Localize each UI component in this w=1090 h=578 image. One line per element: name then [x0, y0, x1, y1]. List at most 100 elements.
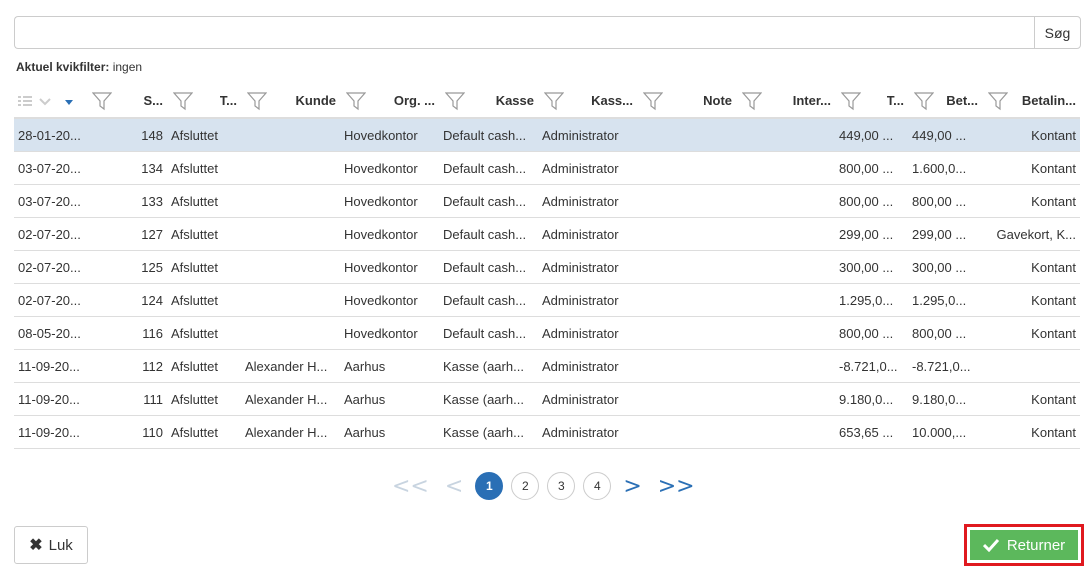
- column-header-total[interactable]: T...: [835, 84, 908, 119]
- first-page-button[interactable]: <<: [392, 474, 429, 499]
- cell-org: Aarhus: [340, 349, 439, 383]
- table-row[interactable]: 08-05-20... 116 Afsluttet Hovedkontor Defaul…: [14, 316, 1080, 350]
- filter-icon[interactable]: [742, 91, 762, 111]
- cell-total: 299,00 ...: [835, 217, 908, 251]
- next-page-button[interactable]: >: [623, 474, 641, 499]
- filter-icon[interactable]: [346, 91, 366, 111]
- return-label: Returner: [1006, 536, 1066, 554]
- cell-total: 300,00 ...: [835, 250, 908, 284]
- filter-icon[interactable]: [988, 91, 1008, 111]
- return-button[interactable]: Returner: [970, 530, 1078, 560]
- cell-customer: [241, 118, 340, 152]
- filter-icon[interactable]: [643, 91, 663, 111]
- cell-org: Aarhus: [340, 382, 439, 416]
- column-header-paid[interactable]: Bet...: [908, 84, 982, 119]
- column-header-cashier[interactable]: Kass...: [538, 84, 637, 119]
- close-label: Luk: [48, 536, 73, 554]
- cell-org: Aarhus: [340, 415, 439, 449]
- cell-date: 11-09-20...: [14, 349, 86, 383]
- table-row[interactable]: 02-07-20... 127 Afsluttet Hovedkontor Defaul…: [14, 217, 1080, 251]
- cell-register: Kasse (aarh...: [439, 349, 538, 383]
- pagination: << < 1 2 3 4 > >>: [384, 470, 703, 502]
- header-controls: [14, 84, 86, 119]
- cell-number: 124: [86, 283, 167, 317]
- cell-note: [637, 118, 736, 152]
- filter-icon[interactable]: [914, 91, 934, 111]
- cell-payment: Kontant: [982, 382, 1080, 416]
- cell-number: 116: [86, 316, 167, 350]
- table-row[interactable]: 02-07-20... 124 Afsluttet Hovedkontor Defaul…: [14, 283, 1080, 317]
- table-row[interactable]: 11-09-20... 112 Afsluttet Alexander H... Aar…: [14, 349, 1080, 383]
- page-2-button[interactable]: 2: [511, 472, 540, 500]
- cell-total: 800,00 ...: [835, 184, 908, 218]
- column-header-internal[interactable]: Inter...: [736, 84, 835, 119]
- cell-customer: Alexander H...: [241, 415, 340, 449]
- filter-icon[interactable]: [173, 91, 193, 111]
- cell-status: Afsluttet: [167, 184, 241, 218]
- cell-internal: [736, 250, 835, 284]
- cell-payment: Kontant: [982, 118, 1080, 152]
- column-header-number[interactable]: S...: [86, 84, 167, 119]
- filter-icon[interactable]: [445, 91, 465, 111]
- quickfilter-label: Aktuel kvikfilter:: [16, 60, 110, 74]
- cell-payment: Kontant: [982, 316, 1080, 350]
- cell-register: Default cash...: [439, 151, 538, 185]
- search-input[interactable]: [14, 16, 1034, 49]
- close-button[interactable]: ✖ Luk: [14, 526, 88, 564]
- table-row[interactable]: 11-09-20... 110 Afsluttet Alexander H... Aar…: [14, 415, 1080, 449]
- cell-total: 800,00 ...: [835, 316, 908, 350]
- cell-org: Hovedkontor: [340, 283, 439, 317]
- cell-org: Hovedkontor: [340, 151, 439, 185]
- column-header-status[interactable]: T...: [167, 84, 241, 119]
- cell-date: 11-09-20...: [14, 382, 86, 416]
- cell-payment: Kontant: [982, 250, 1080, 284]
- cell-customer: [241, 283, 340, 317]
- cell-status: Afsluttet: [167, 283, 241, 317]
- page-3-button[interactable]: 3: [547, 472, 576, 500]
- filter-icon[interactable]: [92, 91, 112, 111]
- column-header-register[interactable]: Kasse: [439, 84, 538, 119]
- cell-register: Kasse (aarh...: [439, 382, 538, 416]
- cell-customer: Alexander H...: [241, 349, 340, 383]
- cell-number: 112: [86, 349, 167, 383]
- cell-number: 134: [86, 151, 167, 185]
- column-header-org[interactable]: Org. ...: [340, 84, 439, 119]
- cell-number: 110: [86, 415, 167, 449]
- table-row[interactable]: 03-07-20... 134 Afsluttet Hovedkontor Defaul…: [14, 151, 1080, 185]
- cell-cashier: Administrator: [538, 382, 637, 416]
- table-row[interactable]: 28-01-20... 148 Afsluttet Hovedkontor Defaul…: [14, 118, 1080, 152]
- cell-total: 9.180,0...: [835, 382, 908, 416]
- table-row[interactable]: 03-07-20... 133 Afsluttet Hovedkontor Defaul…: [14, 184, 1080, 218]
- cell-register: Default cash...: [439, 217, 538, 251]
- search-button[interactable]: Søg: [1034, 16, 1081, 49]
- column-header-note[interactable]: Note: [637, 84, 736, 119]
- filter-icon[interactable]: [247, 91, 267, 111]
- last-page-button[interactable]: >>: [658, 474, 695, 499]
- table-row[interactable]: 11-09-20... 111 Afsluttet Alexander H... Aar…: [14, 382, 1080, 416]
- prev-page-button[interactable]: <: [445, 474, 463, 499]
- cell-date: 02-07-20...: [14, 250, 86, 284]
- cell-payment: Kontant: [982, 283, 1080, 317]
- page-4-button[interactable]: 4: [583, 472, 612, 500]
- cell-org: Hovedkontor: [340, 118, 439, 152]
- page-1-button[interactable]: 1: [475, 472, 504, 500]
- cell-internal: [736, 151, 835, 185]
- cell-note: [637, 415, 736, 449]
- column-tools-icon[interactable]: [18, 91, 80, 111]
- cell-number: 133: [86, 184, 167, 218]
- cell-total: -8.721,0...: [835, 349, 908, 383]
- filter-icon[interactable]: [544, 91, 564, 111]
- filter-icon[interactable]: [841, 91, 861, 111]
- cell-org: Hovedkontor: [340, 184, 439, 218]
- cell-payment: Kontant: [982, 151, 1080, 185]
- cell-cashier: Administrator: [538, 151, 637, 185]
- cell-cashier: Administrator: [538, 118, 637, 152]
- cell-status: Afsluttet: [167, 118, 241, 152]
- cell-status: Afsluttet: [167, 217, 241, 251]
- column-header-payment[interactable]: Betalin...: [982, 84, 1080, 119]
- return-button-highlight: Returner: [964, 524, 1084, 566]
- column-header-customer[interactable]: Kunde: [241, 84, 340, 119]
- cell-paid: 449,00 ...: [908, 118, 982, 152]
- table-row[interactable]: 02-07-20... 125 Afsluttet Hovedkontor Defaul…: [14, 250, 1080, 284]
- cell-status: Afsluttet: [167, 316, 241, 350]
